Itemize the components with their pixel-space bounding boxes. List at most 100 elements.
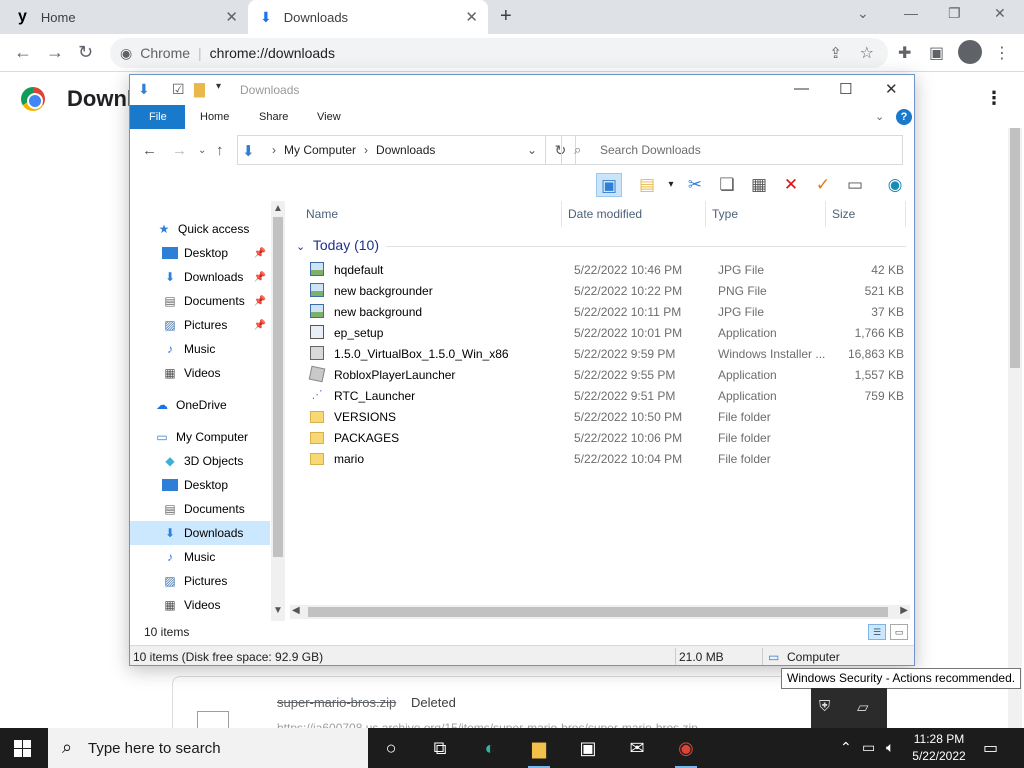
globe-icon[interactable]: ◉ <box>882 173 908 197</box>
chevron-right-icon[interactable]: › <box>364 143 368 157</box>
task-view-icon[interactable]: ⧉ <box>427 736 453 760</box>
store-icon[interactable]: ▣ <box>575 736 601 760</box>
nav-videos-2[interactable]: ▦ Videos <box>130 593 270 617</box>
up-icon[interactable]: ↑ <box>216 142 224 159</box>
nav-music[interactable]: ♪ Music <box>130 337 270 361</box>
details-view-icon[interactable]: ☰ <box>868 624 886 640</box>
extensions-icon[interactable]: ✚ <box>898 43 911 63</box>
breadcrumb-downloads[interactable]: Downloads <box>376 143 435 157</box>
page-menu-icon[interactable]: ⋮ <box>985 88 1003 109</box>
table-row[interactable]: VERSIONS 5/22/2022 10:50 PM File folder <box>306 406 904 427</box>
download-filename[interactable]: super-mario-bros.zip <box>277 695 396 710</box>
nav-videos[interactable]: ▦ Videos <box>130 361 270 385</box>
taskbar-search-input[interactable]: ⌕ Type here to search <box>48 728 368 768</box>
restore-icon[interactable]: ❐ <box>948 5 961 22</box>
back-icon[interactable]: ← <box>142 142 157 159</box>
nav-desktop[interactable]: Desktop 📌 <box>130 241 270 265</box>
nav-music-2[interactable]: ♪ Music <box>130 545 270 569</box>
tab-share[interactable]: Share <box>245 105 302 129</box>
column-header-name[interactable]: Name <box>300 201 562 227</box>
close-tab-icon[interactable]: ✕ <box>465 8 478 26</box>
scrollbar-thumb[interactable] <box>1010 128 1020 368</box>
tab-home[interactable]: Home <box>186 105 243 129</box>
scroll-right-icon[interactable]: ▶ <box>900 605 908 616</box>
table-row[interactable]: RobloxPlayerLauncher 5/22/2022 9:55 PM App… <box>306 364 904 385</box>
bookmark-star-icon[interactable]: ☆ <box>860 43 874 63</box>
table-row[interactable]: mario 5/22/2022 10:04 PM File folder <box>306 448 904 469</box>
chevron-right-icon[interactable]: › <box>272 143 276 157</box>
nav-desktop-2[interactable]: Desktop <box>130 473 270 497</box>
maximize-icon[interactable]: ☐ <box>839 80 852 98</box>
nav-documents[interactable]: ▤ Documents 📌 <box>130 289 270 313</box>
close-window-icon[interactable]: ✕ <box>885 80 898 98</box>
nav-downloads[interactable]: ⬇ Downloads 📌 <box>130 265 270 289</box>
tab-downloads[interactable]: ⬇ Downloads ✕ <box>248 0 488 34</box>
expand-ribbon-icon[interactable]: ⌄ <box>875 110 884 123</box>
scroll-down-icon[interactable]: ▼ <box>273 605 283 616</box>
file-explorer-icon[interactable]: ▆ <box>526 736 552 768</box>
scrollbar-thumb[interactable] <box>308 607 888 617</box>
minimize-icon[interactable]: — <box>904 5 918 21</box>
new-tab-button[interactable]: + <box>500 5 512 28</box>
delete-icon[interactable]: ✕ <box>778 173 804 197</box>
cortana-icon[interactable]: ○ <box>378 736 404 760</box>
column-header-type[interactable]: Type <box>706 201 826 227</box>
table-row[interactable]: new background 5/22/2022 10:11 PM JPG File… <box>306 301 904 322</box>
close-window-icon[interactable]: ✕ <box>994 5 1006 22</box>
cut-icon[interactable]: ✂ <box>682 173 708 197</box>
start-button[interactable] <box>14 740 31 757</box>
address-box[interactable]: ⬇ › My Computer › Downloads ⌄ <box>237 135 546 165</box>
chevron-up-icon[interactable]: ⌃ <box>840 739 852 756</box>
properties-icon[interactable]: ☑ <box>172 81 185 98</box>
new-folder-icon[interactable]: ▤ <box>634 173 660 197</box>
copy-icon[interactable]: ❏ <box>714 173 740 197</box>
recent-locations-icon[interactable]: ⌄ <box>198 145 206 156</box>
scrollbar-thumb[interactable] <box>273 217 283 557</box>
chevron-down-icon[interactable]: ▾ <box>658 173 684 197</box>
omnibox[interactable]: ◉ Chrome | chrome://downloads ⇪ ☆ <box>110 38 888 68</box>
back-icon[interactable]: ← <box>14 42 32 63</box>
pin-icon[interactable]: 📌 <box>254 296 266 307</box>
chevron-down-icon[interactable]: ⌄ <box>296 241 305 253</box>
share-icon[interactable]: ⇪ <box>829 44 842 62</box>
column-header-size[interactable]: Size <box>826 201 906 227</box>
nav-downloads-2[interactable]: ⬇ Downloads <box>130 521 270 545</box>
page-scrollbar[interactable] <box>1008 128 1022 728</box>
nav-scrollbar[interactable]: ▲ ▼ <box>271 201 285 621</box>
nav-pictures-2[interactable]: ▨ Pictures <box>130 569 270 593</box>
clock[interactable]: 11:28 PM 5/22/2022 <box>900 731 978 765</box>
profile-avatar[interactable] <box>958 40 982 64</box>
mail-icon[interactable]: ✉ <box>624 736 650 760</box>
paste-icon[interactable]: ▦ <box>746 173 772 197</box>
scroll-up-icon[interactable]: ▲ <box>273 203 283 214</box>
help-button[interactable]: ? <box>896 109 912 125</box>
tab-home[interactable]: y Home ✕ <box>0 0 248 34</box>
forward-icon[interactable]: → <box>46 42 64 63</box>
reload-icon[interactable]: ↻ <box>78 42 93 63</box>
large-icons-view-icon[interactable]: ▭ <box>890 624 908 640</box>
nav-documents-2[interactable]: ▤ Documents <box>130 497 270 521</box>
edge-icon[interactable]: ◐ <box>477 736 503 760</box>
pin-icon[interactable]: 📌 <box>254 272 266 283</box>
network-icon[interactable]: ▭ <box>862 739 875 756</box>
side-panel-icon[interactable]: ▣ <box>929 43 944 63</box>
table-row[interactable]: ep_setup 5/22/2022 10:01 PM Application 1,7… <box>306 322 904 343</box>
search-input[interactable]: ⌕ Search Downloads <box>561 135 903 165</box>
table-row[interactable]: PACKAGES 5/22/2022 10:06 PM File folder <box>306 427 904 448</box>
rename-icon[interactable]: ▭ <box>842 173 868 197</box>
notification-icon[interactable]: ▭ <box>983 738 998 758</box>
breadcrumb-my-computer[interactable]: My Computer <box>284 143 356 157</box>
forward-icon[interactable]: → <box>172 142 187 159</box>
nav-onedrive[interactable]: ☁ OneDrive <box>130 393 270 417</box>
windows-security-icon[interactable]: ⛨ <box>819 698 830 715</box>
nav-my-computer[interactable]: ▭ My Computer <box>130 425 270 449</box>
chrome-menu-icon[interactable]: ⋮ <box>994 43 1010 63</box>
scroll-left-icon[interactable]: ◀ <box>292 605 300 616</box>
chevron-down-icon[interactable]: ⌄ <box>527 143 537 157</box>
table-row[interactable]: new backgrounder 5/22/2022 10:22 PM PNG Fi… <box>306 280 904 301</box>
customize-qat-icon[interactable]: ▾ <box>216 81 221 92</box>
pin-icon[interactable]: 📌 <box>254 248 266 259</box>
tab-search-icon[interactable]: ⌄ <box>857 5 869 22</box>
tab-view[interactable]: View <box>303 105 355 129</box>
hidden-drive-icon[interactable]: ▱ <box>857 698 869 716</box>
